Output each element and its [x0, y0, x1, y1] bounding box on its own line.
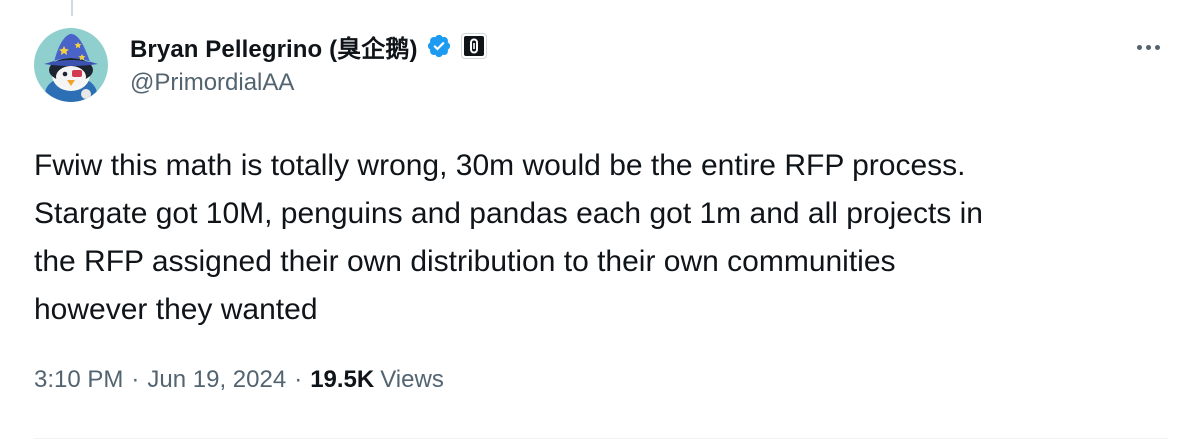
author-display-name[interactable]: Bryan Pellegrino (臭企鹅)	[130, 29, 418, 64]
verified-badge-icon[interactable]	[426, 33, 452, 59]
tweet-card: Bryan Pellegrino (臭企鹅) @PrimordialAA Fwi…	[0, 0, 1195, 442]
divider	[34, 438, 1168, 439]
tweet-time[interactable]: 3:10 PM	[34, 366, 123, 394]
author-handle[interactable]: @PrimordialAA	[130, 69, 487, 97]
tweet-date[interactable]: Jun 19, 2024	[147, 366, 286, 394]
affiliate-badge-icon[interactable]	[460, 33, 487, 59]
tweet-text-line: Stargate got 10M, penguins and pandas ea…	[34, 197, 983, 230]
tweet-text-line: Fwiw this math is totally wrong, 30m wou…	[34, 149, 966, 182]
tweet-text: Fwiw this math is totally wrong, 30m wou…	[34, 142, 1154, 334]
avatar[interactable]	[34, 28, 108, 102]
author-block: Bryan Pellegrino (臭企鹅) @PrimordialAA	[130, 29, 487, 97]
views-count: 19.5K	[310, 366, 375, 393]
tweet-text-line: the RFP assigned their own distribution …	[34, 245, 896, 278]
thread-connector-line	[71, 0, 73, 16]
more-options-icon[interactable]	[1128, 30, 1168, 64]
meta-separator: ·	[131, 366, 140, 393]
penguin-wizard-avatar-icon	[34, 28, 108, 102]
tweet-text-line: however they wanted	[34, 293, 318, 326]
tweet-meta: 3:10 PM · Jun 19, 2024 · 19.5K Views	[34, 366, 444, 394]
meta-separator: ·	[294, 366, 303, 393]
name-row: Bryan Pellegrino (臭企鹅)	[130, 29, 487, 63]
views-label: Views	[380, 366, 444, 393]
